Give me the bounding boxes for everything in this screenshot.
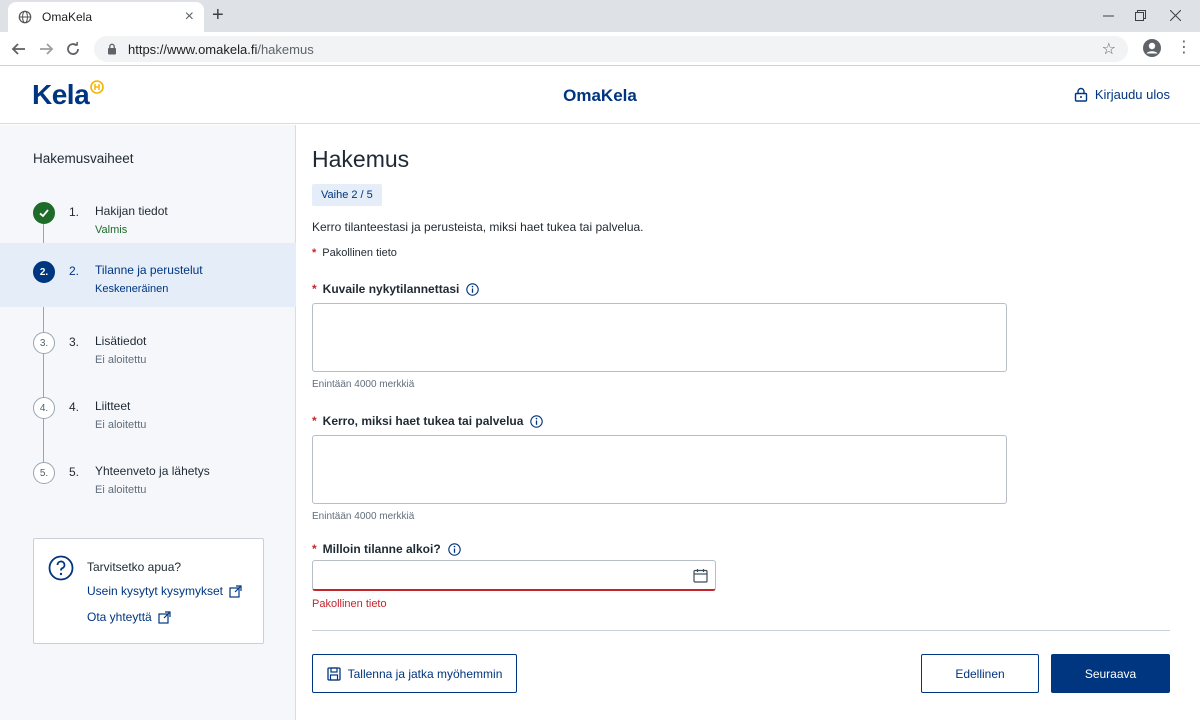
browser-tab-bar: OmaKela × + [0,0,1200,32]
save-button-label: Tallenna ja jatka myöhemmin [347,666,503,681]
save-icon [326,666,341,681]
situation-label-text: Kuvaile nykytilannettasi [322,282,460,296]
start-date-label-text: Milloin tilanne alkoi? [322,542,441,556]
step-title: Liitteet [95,399,131,413]
step-title: Tilanne ja perustelut [95,263,203,277]
application-form: Hakemus Vaihe 2 / 5 Kerro tilanteestasi … [296,125,1200,720]
step-circle: 2. [33,261,55,283]
step-item-3[interactable]: 3. 3. Lisätiedot Ei aloitettu [0,316,296,380]
form-divider [312,630,1170,631]
step-circle: 5. [33,462,55,484]
checkmark-icon [33,202,55,224]
logout-button[interactable]: Kirjaudu ulos [1074,87,1170,102]
situation-hint: Enintään 4000 merkkiä [312,379,415,390]
step-number: 3. [69,335,80,349]
step-circle: 4. [33,397,55,419]
required-asterisk: * [312,247,317,259]
reason-label: * Kerro, miksi haet tukea tai palvelua [312,414,544,428]
bookmark-star-icon[interactable]: ☆ [1102,39,1116,59]
step-circle: 3. [33,332,55,354]
faq-link-label: Usein kysytyt kysymykset [87,584,224,598]
browser-toolbar: https://www.omakela.fi/hakemus ☆ ⋮ [0,32,1200,66]
situation-textarea[interactable] [312,303,1007,372]
step-number: 1. [69,205,80,219]
step-status: Ei aloitettu [95,484,147,496]
step-number: 4. [69,400,80,414]
save-and-continue-later-button[interactable]: Tallenna ja jatka myöhemmin [312,654,517,693]
forward-icon[interactable] [36,39,56,59]
sidebar-heading: Hakemusvaiheet [33,151,134,166]
external-link-icon [158,610,171,624]
globe-icon [18,10,32,24]
step-number: 2. [69,264,80,278]
reason-textarea[interactable] [312,435,1007,504]
intro-text: Kerro tilanteestasi ja perusteista, miks… [312,220,644,234]
help-title: Tarvitsetko apua? [87,560,182,574]
step-item-5[interactable]: 5. 5. Yhteenveto ja lähetys Ei aloitettu [0,446,296,510]
logout-label: Kirjaudu ulos [1094,87,1170,102]
previous-button[interactable]: Edellinen [921,654,1039,693]
profile-icon[interactable] [1142,38,1162,58]
step-title: Hakijan tiedot [95,204,168,218]
step-status: Ei aloitettu [95,354,147,366]
step-number: 5. [69,465,80,479]
browser-menu-icon[interactable]: ⋮ [1176,40,1192,56]
padlock-icon [1074,87,1088,102]
reload-icon[interactable] [63,39,83,59]
back-icon[interactable] [9,39,29,59]
reason-hint: Enintään 4000 merkkiä [312,511,415,522]
faq-link[interactable]: Usein kysytyt kysymykset [87,584,242,598]
required-asterisk: * [312,414,317,428]
step-title: Yhteenveto ja lähetys [95,464,210,478]
step-item-4[interactable]: 4. 4. Liitteet Ei aloitettu [0,381,296,445]
start-date-label: * Milloin tilanne alkoi? [312,542,461,556]
required-asterisk: * [312,542,317,556]
url-text: https://www.omakela.fi/hakemus [128,41,314,57]
close-tab-icon[interactable]: × [185,9,194,25]
site-title: OmaKela [563,86,637,105]
next-button[interactable]: Seuraava [1051,654,1170,693]
contact-link-label: Ota yhteyttä [87,610,152,624]
lock-icon [106,43,118,55]
close-window-icon[interactable] [1152,0,1198,30]
help-box: Tarvitsetko apua? Usein kysytyt kysymyks… [33,538,264,644]
step-status: Valmis [95,224,128,236]
step-status: Keskeneräinen [95,283,169,295]
page-title: Hakemus [312,146,410,172]
step-item-1[interactable]: 1. Hakijan tiedot Valmis [0,186,296,250]
address-bar[interactable]: https://www.omakela.fi/hakemus ☆ [94,36,1128,62]
new-tab-icon[interactable]: + [212,5,224,25]
step-badge: Vaihe 2 / 5 [312,184,382,206]
reason-label-text: Kerro, miksi haet tukea tai palvelua [322,414,524,428]
tab-title: OmaKela [42,10,93,24]
step-status: Ei aloitettu [95,419,147,431]
situation-label: * Kuvaile nykytilannettasi [312,282,480,296]
required-note: * Pakollinen tieto [312,247,397,259]
step-title: Lisätiedot [95,334,147,348]
calendar-icon[interactable] [693,568,708,583]
site-header: Kela OmaKela Kirjaudu ulos [0,66,1200,124]
browser-tab[interactable]: OmaKela × [8,2,204,32]
info-icon[interactable] [466,282,480,296]
info-icon[interactable] [530,414,544,428]
info-icon[interactable] [447,542,461,556]
external-link-icon [229,584,242,598]
required-asterisk: * [312,282,317,296]
question-circle-icon [48,555,74,581]
start-date-error: Pakollinen tieto [312,598,387,610]
steps-sidebar: Hakemusvaiheet 1. Hakijan tiedot Valmis … [0,125,296,720]
start-date-input[interactable] [321,561,681,588]
start-date-field [312,560,716,591]
step-item-2[interactable]: 2. 2. Tilanne ja perustelut Keskeneräine… [0,243,296,307]
contact-link[interactable]: Ota yhteyttä [87,610,171,624]
required-note-label: Pakollinen tieto [322,247,397,259]
